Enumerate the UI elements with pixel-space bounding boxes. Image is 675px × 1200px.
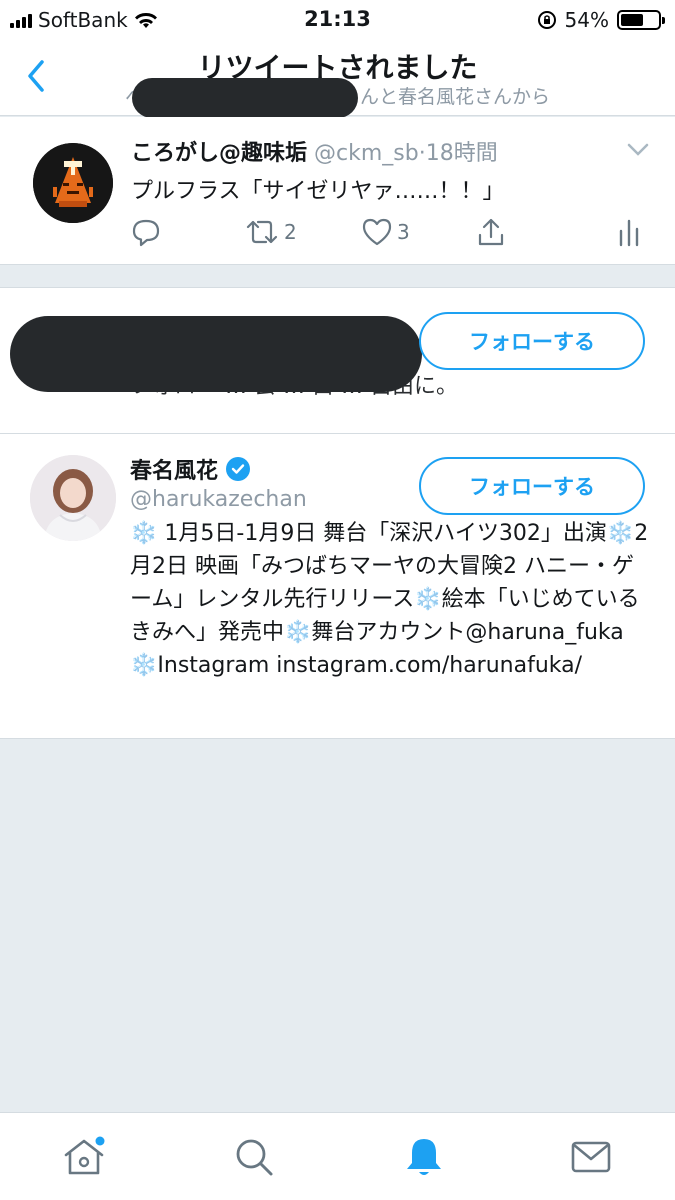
messages-icon[interactable] — [567, 1133, 615, 1181]
avatar[interactable] — [30, 455, 116, 541]
user-name[interactable]: 春名風花 — [130, 453, 218, 485]
battery-percent: 54% — [564, 8, 609, 32]
tweet-header: ころがし@趣味垢 @ckm_sb·18時間 — [131, 135, 498, 167]
analytics-button[interactable] — [617, 217, 641, 247]
follow-button[interactable]: フォローする — [419, 457, 645, 515]
list-item[interactable]: 春名風花 @harukazechan フォローする ❄️ 1月5日-1月9日 舞… — [0, 435, 675, 739]
separator: · — [418, 141, 426, 166]
avatar[interactable] — [33, 143, 113, 223]
tab-bar — [0, 1112, 675, 1200]
share-button[interactable] — [476, 217, 506, 247]
user-name-row: 春名風花 — [130, 453, 251, 485]
retweeters-list: フォロー … 会 … 白 … 自由に。 フォローする 春名風花 @harukaz… — [0, 287, 675, 739]
retweet-count: 2 — [284, 220, 297, 244]
pixel-character-icon — [33, 143, 113, 223]
redaction-blob — [132, 78, 358, 118]
like-count: 3 — [397, 220, 410, 244]
list-item[interactable]: フォロー … 会 … 白 … 自由に。 フォローする — [0, 288, 675, 434]
like-icon — [362, 218, 392, 246]
share-icon — [478, 218, 504, 246]
author-name[interactable]: ころがし@趣味垢 — [131, 141, 307, 166]
redaction-blob — [10, 316, 422, 392]
tweet-text: プルフラス「サイゼリヤァ……！！」 — [131, 179, 505, 204]
retweet-icon — [246, 220, 278, 244]
nav-bar: リツイートされました へんと春名風花さんから — [0, 40, 675, 118]
analytics-icon — [619, 219, 639, 247]
reply-icon — [132, 219, 160, 247]
tweet-actions: 2 3 — [131, 217, 651, 253]
like-button[interactable]: 3 — [361, 217, 410, 247]
tweet-time: 18時間 — [425, 141, 498, 166]
tweet-card[interactable]: ころがし@趣味垢 @ckm_sb·18時間 プルフラス「サイゼリヤァ……！！」 … — [0, 117, 675, 265]
subtitle-suffix: んと春名風花さんから — [360, 86, 551, 108]
chevron-down-icon[interactable] — [627, 143, 649, 157]
user-bio: ❄️ 1月5日-1月9日 舞台「深沢ハイツ302」出演❄️2月2日 映画「みつば… — [130, 521, 649, 678]
author-handle[interactable]: @ckm_sb — [314, 141, 419, 166]
profile-photo-icon — [30, 455, 116, 541]
orientation-lock-icon — [537, 11, 556, 29]
retweet-button[interactable]: 2 — [244, 217, 297, 247]
search-icon[interactable] — [230, 1133, 278, 1181]
verified-badge-icon — [226, 457, 251, 481]
status-bar: SoftBank 21:13 54% — [0, 0, 675, 40]
notifications-icon[interactable] — [400, 1133, 448, 1181]
battery-icon — [617, 10, 665, 30]
home-icon[interactable] — [60, 1133, 108, 1181]
reply-button[interactable] — [131, 217, 161, 247]
follow-button[interactable]: フォローする — [419, 312, 645, 370]
user-handle[interactable]: @harukazechan — [130, 487, 307, 512]
